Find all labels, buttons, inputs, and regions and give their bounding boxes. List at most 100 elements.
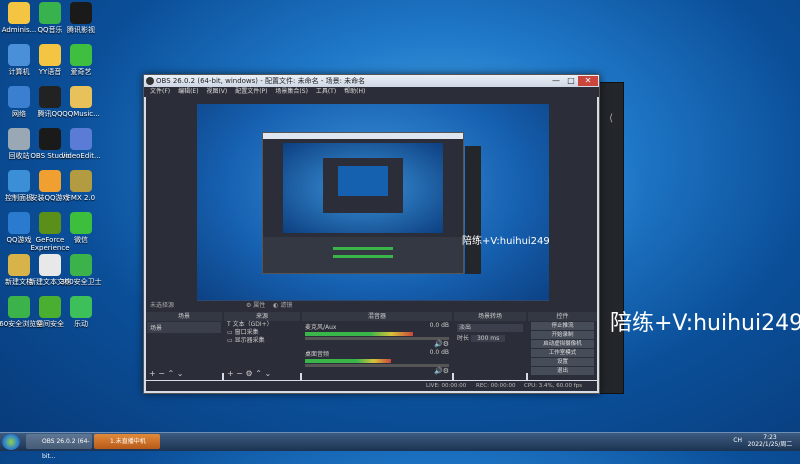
remove-scene-icon[interactable]: − (158, 369, 165, 378)
scene-item[interactable]: 场景 (147, 322, 221, 333)
desktop-icon[interactable]: 腾讯影视 (54, 2, 108, 34)
filters-button[interactable]: ◐ 滤镜 (273, 302, 292, 309)
mixer-header: 混音器 (302, 312, 452, 321)
desktop-icon-label: FMX 2.0 (66, 194, 96, 202)
source-item[interactable]: T 文本（GDI+） (224, 321, 300, 329)
source-label: 文本（GDI+） (232, 321, 273, 328)
nested-titlebar (263, 133, 463, 139)
menu-tools[interactable]: 工具(T) (316, 88, 336, 95)
app-icon (70, 44, 92, 66)
add-source-icon[interactable]: + (227, 369, 234, 378)
menu-profile[interactable]: 配置文件(P) (235, 88, 267, 95)
preview-desktop-capture: 陪练+V:huihui249 (197, 104, 550, 307)
desktop-icon-label: QQMusic... (62, 110, 100, 118)
sources-toolbar: + − ⚙ ⌃ ⌄ (227, 369, 271, 378)
desktop-icon[interactable]: 爱奇艺 (54, 44, 108, 76)
desktop-icon-label: 腾讯影视 (67, 26, 95, 34)
duration-row: 时长 300 ms (457, 335, 523, 343)
monitor-icon: ▭ (227, 337, 233, 344)
desktop: Adminis... QQ音乐 腾讯影视 计算机 YY语音 爱奇艺 网络 腾讯QQ QQMusi… (0, 0, 800, 432)
properties-label: 属性 (253, 302, 266, 309)
app-icon (70, 128, 92, 150)
desktop-icon[interactable]: 乐动 (54, 296, 108, 328)
app-icon (70, 2, 92, 24)
minimize-icon[interactable]: — (549, 76, 563, 86)
source-item[interactable]: ▭ 窗口采集 (224, 329, 300, 337)
scenes-panel: 场景 场景 + − ⌃ ⌄ (146, 312, 222, 380)
scenes-header: 场景 (146, 312, 222, 321)
volume-slider[interactable] (305, 364, 449, 367)
sources-header: 来源 (224, 312, 300, 321)
taskbar: OBS 26.0.2 (64-bit... 1.未直播中机 CH 7:23 20… (0, 432, 800, 460)
desktop-icon-label: 360安全卫士 (60, 278, 102, 286)
clock-time: 7:23 (763, 434, 777, 441)
nested-nested-obs (323, 158, 403, 213)
volume-meter (305, 359, 392, 363)
source-label: 显示器采集 (234, 337, 265, 344)
obs-window: OBS 26.0.2 (64-bit, windows) - 配置文件: 未命名… (143, 74, 600, 394)
duration-label: 时长 (457, 335, 470, 342)
start-button-icon[interactable] (2, 434, 20, 450)
transition-select[interactable]: 淡出 (457, 324, 523, 332)
nested-nested-preview (338, 166, 388, 196)
app-icon (70, 296, 92, 318)
menu-view[interactable]: 视图(V) (206, 88, 227, 95)
exit-button[interactable]: 退出 (531, 367, 594, 375)
menu-help[interactable]: 帮助(H) (344, 88, 365, 95)
transitions-header: 场景转场 (454, 312, 526, 321)
source-label: 窗口采集 (234, 329, 259, 336)
desktop-icon[interactable]: videoEdit... (54, 128, 108, 160)
start-recording-button[interactable]: 开始录制 (531, 331, 594, 339)
source-item[interactable]: ▭ 显示器采集 (224, 337, 300, 345)
live-timer: LIVE: 00:00:00 (426, 383, 467, 389)
move-down-icon[interactable]: ⌄ (177, 369, 184, 378)
clock-date: 2022/1/25/周二 (747, 441, 793, 448)
speaker-icon[interactable]: 🔊⚙ (434, 367, 449, 375)
menu-scene-collection[interactable]: 场景集合(S) (275, 88, 308, 95)
move-down-icon[interactable]: ⌄ (264, 369, 271, 378)
nested-docks (263, 237, 463, 273)
close-icon[interactable]: ✕ (578, 76, 598, 86)
controls-header: 控件 (528, 312, 597, 321)
taskbar-item-live[interactable]: 1.未直播中机 (94, 434, 160, 449)
desktop-icon[interactable]: 微信 (54, 212, 108, 244)
add-scene-icon[interactable]: + (149, 369, 156, 378)
settings-button[interactable]: 设置 (531, 358, 594, 366)
stop-streaming-button[interactable]: 停止推流 (531, 322, 594, 330)
virtual-camera-button[interactable]: 启动虚拟摄像机 (531, 340, 594, 348)
scenes-toolbar: + − ⌃ ⌄ (149, 369, 183, 378)
speaker-icon[interactable]: 🔊⚙ (434, 340, 449, 348)
menu-file[interactable]: 文件(F) (150, 88, 170, 95)
track-db: 0.0 dB (429, 349, 449, 356)
desktop-icon[interactable]: 360安全卫士 (54, 254, 108, 286)
mixer-track: 麦克风/Aux 0.0 dB 🔊⚙ (302, 321, 452, 348)
sources-panel: 来源 T 文本（GDI+） ▭ 窗口采集 ▭ 显示器采集 + − ⚙ ⌃ ⌄ (224, 312, 300, 380)
volume-slider[interactable] (305, 337, 449, 340)
obs-titlebar: OBS 26.0.2 (64-bit, windows) - 配置文件: 未命名… (144, 75, 599, 87)
rec-timer: REC: 00:00:00 (476, 383, 516, 389)
move-up-icon[interactable]: ⌃ (255, 369, 262, 378)
menu-edit[interactable]: 编辑(E) (178, 88, 198, 95)
nested-dark-panel (465, 146, 481, 274)
desktop-icon[interactable]: QQMusic... (54, 86, 108, 118)
remove-source-icon[interactable]: − (236, 369, 243, 378)
studio-mode-button[interactable]: 工作室模式 (531, 349, 594, 357)
gear-icon[interactable]: ⚙ (246, 369, 253, 378)
properties-button[interactable]: ⚙ 属性 (246, 302, 265, 309)
app-icon (70, 170, 92, 192)
share-icon[interactable]: ⟨ (609, 113, 613, 124)
transitions-panel: 场景转场 淡出 时长 300 ms (454, 312, 526, 380)
move-up-icon[interactable]: ⌃ (168, 369, 175, 378)
filters-label: 滤镜 (280, 302, 293, 309)
clock[interactable]: 7:23 2022/1/25/周二 (744, 434, 796, 448)
obs-menubar: 文件(F) 编辑(E) 视图(V) 配置文件(P) 场景集合(S) 工具(T) … (144, 87, 599, 97)
desktop-icon[interactable]: FMX 2.0 (54, 170, 108, 202)
tray-language[interactable]: CH (733, 437, 742, 444)
taskbar-item-obs[interactable]: OBS 26.0.2 (64-bit... (26, 434, 92, 460)
volume-meter (305, 332, 413, 336)
obs-title: OBS 26.0.2 (64-bit, windows) - 配置文件: 未命名… (156, 77, 366, 85)
app-icon (70, 86, 92, 108)
desktop-icon-label: videoEdit... (61, 152, 101, 160)
duration-input[interactable]: 300 ms (470, 335, 506, 342)
maximize-icon[interactable]: □ (564, 76, 578, 86)
